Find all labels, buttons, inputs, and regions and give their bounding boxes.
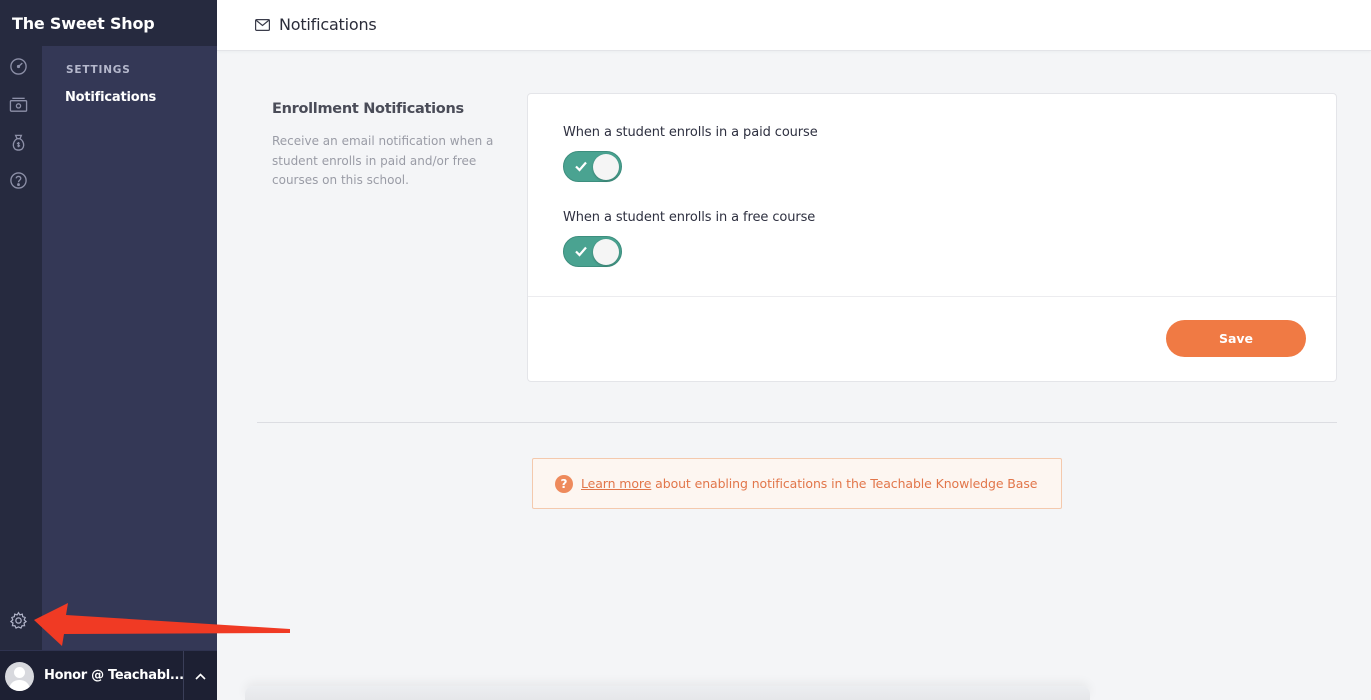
page-header: Notifications [217, 0, 1371, 51]
dashboard-icon[interactable] [8, 56, 28, 76]
learn-more-link[interactable]: Learn more [581, 476, 651, 491]
help-text: Learn more about enabling notifications … [581, 476, 1037, 491]
avatar [5, 662, 34, 691]
settings-subnav: SETTINGS Notifications [42, 46, 217, 650]
card-divider [528, 296, 1336, 297]
user-menu[interactable]: Honor @ Teachabl... [0, 650, 217, 700]
school-name[interactable]: The Sweet Shop [0, 0, 217, 46]
help-icon[interactable] [8, 170, 28, 190]
toggle-knob [593, 238, 619, 265]
paid-course-option-label: When a student enrolls in a paid course [563, 125, 818, 140]
icon-rail [0, 46, 42, 650]
help-rest-text: about enabling notifications in the Teac… [651, 476, 1038, 491]
section-title: Enrollment Notifications [272, 101, 464, 117]
envelope-icon [255, 19, 270, 31]
question-circle-icon: ? [555, 475, 573, 493]
user-name: Honor @ Teachabl... [44, 668, 184, 683]
annotation-arrow-icon [34, 603, 290, 646]
page-title: Notifications [279, 15, 377, 34]
paid-course-toggle[interactable] [563, 151, 622, 182]
save-button[interactable]: Save [1166, 320, 1306, 357]
chevron-up-icon[interactable] [183, 651, 217, 700]
section-divider [257, 422, 1337, 423]
subnav-item-notifications[interactable]: Notifications [65, 90, 156, 105]
section-description: Receive an email notification when a stu… [272, 134, 494, 187]
toggle-knob [593, 153, 619, 180]
check-icon [575, 246, 587, 257]
knowledge-base-notice: ? Learn more about enabling notification… [532, 458, 1062, 509]
settings-gear-icon[interactable] [8, 610, 28, 630]
notification-settings-card: When a student enrolls in a paid course … [527, 93, 1337, 382]
sales-icon[interactable] [8, 94, 28, 114]
free-course-option-label: When a student enrolls in a free course [563, 210, 816, 225]
free-course-toggle[interactable] [563, 236, 622, 267]
bottom-panel-edge [245, 686, 1090, 700]
money-bag-icon[interactable] [8, 132, 28, 152]
subnav-heading: SETTINGS [66, 64, 131, 76]
check-icon [575, 161, 587, 172]
